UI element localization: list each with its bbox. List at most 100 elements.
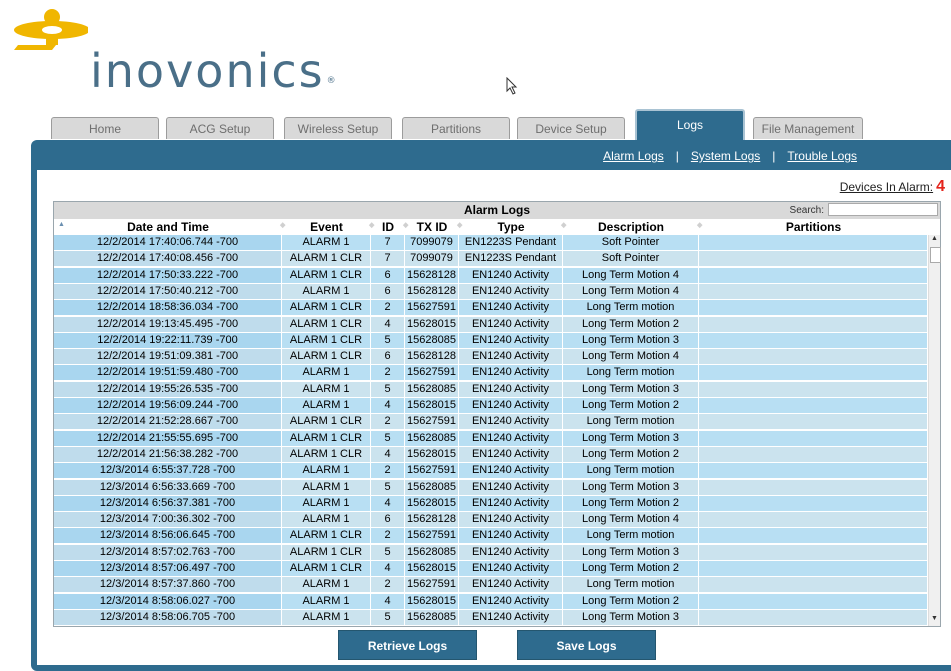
cell-description: Long Term Motion 3 [563,332,699,348]
column-header-event[interactable]: Event [282,219,371,235]
table-row[interactable]: 12/2/2014 17:50:33.222 -700 ALARM 1 CLR 6 1… [54,267,928,283]
table-row[interactable]: 12/3/2014 7:00:36.302 -700 ALARM 1 6 156281… [54,512,928,528]
sort-icon[interactable]: ▲ [58,221,65,228]
cell-partitions [699,381,928,397]
column-header-partitions[interactable]: Partitions [699,219,928,235]
cell-date-and-time: 12/3/2014 8:57:37.860 -700 [54,577,282,593]
column-header-type[interactable]: Type [459,219,563,235]
table-row[interactable]: 12/2/2014 21:55:55.695 -700 ALARM 1 CLR 5 1… [54,430,928,446]
table-row[interactable]: 12/2/2014 19:13:45.495 -700 ALARM 1 CLR 4 1… [54,316,928,332]
table-row[interactable]: 12/3/2014 8:58:06.027 -700 ALARM 1 4 156280… [54,593,928,609]
sort-icon[interactable]: ◆ [697,221,702,229]
table-row[interactable]: 12/2/2014 21:52:28.667 -700 ALARM 1 CLR 2 1… [54,414,928,430]
cell-tx-id: 15628128 [405,512,459,528]
table-row[interactable]: 12/2/2014 19:22:11.739 -700 ALARM 1 CLR 5 1… [54,332,928,348]
table-row[interactable]: 12/2/2014 17:40:06.744 -700 ALARM 1 7 70990… [54,235,928,250]
cell-description: Long Term Motion 2 [563,593,699,609]
save-logs-button[interactable]: Save Logs [517,630,656,660]
sort-icon[interactable]: ◆ [280,221,285,229]
table-row[interactable]: 12/3/2014 6:55:37.728 -700 ALARM 1 2 156275… [54,463,928,479]
search-input[interactable] [828,203,938,216]
tab-device-setup[interactable]: Device Setup [517,117,625,139]
table-row[interactable]: 12/2/2014 19:56:09.244 -700 ALARM 1 4 15628… [54,398,928,413]
table-row[interactable]: 12/2/2014 19:51:59.480 -700 ALARM 1 2 15627… [54,365,928,381]
cell-partitions [699,300,928,316]
cell-event: ALARM 1 CLR [282,251,371,267]
table-row[interactable]: 12/3/2014 8:57:02.763 -700 ALARM 1 CLR 5 15… [54,544,928,560]
devices-in-alarm-label[interactable]: Devices In Alarm: [840,180,933,194]
cell-description: Long Term motion [563,414,699,430]
alarm-logs-link[interactable]: Alarm Logs [603,149,664,163]
subnav-separator: | [675,149,679,163]
cell-date-and-time: 12/3/2014 8:58:06.705 -700 [54,609,282,625]
cell-type: EN1240 Activity [459,398,563,413]
cell-tx-id: 15628085 [405,332,459,348]
cell-event: ALARM 1 [282,577,371,593]
cell-id: 4 [371,593,405,609]
cell-description: Long Term motion [563,577,699,593]
tab-wireless-setup[interactable]: Wireless Setup [284,117,392,139]
table-row[interactable]: 12/2/2014 17:50:40.212 -700 ALARM 1 6 15628… [54,283,928,299]
cell-event: ALARM 1 [282,609,371,625]
cell-tx-id: 15628015 [405,398,459,413]
tab-logs[interactable]: Logs [635,109,745,141]
cell-date-and-time: 12/2/2014 19:51:09.381 -700 [54,349,282,365]
cell-type: EN1240 Activity [459,512,563,528]
cell-description: Long Term motion [563,300,699,316]
table-row[interactable]: 12/3/2014 8:58:06.705 -700 ALARM 1 5 156280… [54,609,928,625]
table-row[interactable]: 12/3/2014 6:56:33.669 -700 ALARM 1 5 156280… [54,479,928,495]
cell-date-and-time: 12/3/2014 8:57:06.497 -700 [54,561,282,576]
cell-id: 7 [371,235,405,250]
tab-partitions[interactable]: Partitions [402,117,510,139]
cell-tx-id: 15628015 [405,593,459,609]
cell-id: 6 [371,267,405,283]
cell-tx-id: 15628085 [405,544,459,560]
table-row[interactable]: 12/3/2014 8:57:37.860 -700 ALARM 1 2 156275… [54,577,928,593]
cell-date-and-time: 12/3/2014 6:56:37.381 -700 [54,495,282,511]
vertical-scrollbar[interactable]: ▲ ▼ [928,235,941,626]
table-row[interactable]: 12/3/2014 8:56:06.645 -700 ALARM 1 CLR 2 15… [54,528,928,544]
sort-icon[interactable]: ◆ [403,221,408,229]
scroll-thumb[interactable] [930,247,941,263]
table-row[interactable]: 12/2/2014 19:55:26.535 -700 ALARM 1 5 15628… [54,381,928,397]
tab-file-management[interactable]: File Management [753,117,863,139]
table-row[interactable]: 12/2/2014 21:56:38.282 -700 ALARM 1 CLR 4 1… [54,446,928,462]
system-logs-link[interactable]: System Logs [691,149,760,163]
cell-type: EN1240 Activity [459,463,563,479]
cell-date-and-time: 12/2/2014 21:56:38.282 -700 [54,446,282,462]
cell-event: ALARM 1 [282,283,371,299]
cell-id: 6 [371,283,405,299]
table-row[interactable]: 12/2/2014 18:58:36.034 -700 ALARM 1 CLR 2 1… [54,300,928,316]
cell-type: EN1240 Activity [459,495,563,511]
table-row[interactable]: 12/2/2014 19:51:09.381 -700 ALARM 1 CLR 6 1… [54,349,928,365]
column-header-description[interactable]: Description [563,219,699,235]
scroll-up-icon[interactable]: ▲ [929,235,940,246]
cell-type: EN1240 Activity [459,283,563,299]
cell-tx-id: 15628015 [405,561,459,576]
cell-date-and-time: 12/2/2014 19:56:09.244 -700 [54,398,282,413]
sort-icon[interactable]: ◆ [457,221,462,229]
cell-tx-id: 15627591 [405,463,459,479]
table-row[interactable]: 12/3/2014 6:56:37.381 -700 ALARM 1 4 156280… [54,495,928,511]
trouble-logs-link[interactable]: Trouble Logs [787,149,857,163]
scroll-down-icon[interactable]: ▼ [929,615,940,626]
cell-tx-id: 15628085 [405,479,459,495]
table-row[interactable]: 12/2/2014 17:40:08.456 -700 ALARM 1 CLR 7 7… [54,251,928,267]
tab-home[interactable]: Home [51,117,159,139]
sort-icon[interactable]: ◆ [369,221,374,229]
column-header-date-and-time[interactable]: Date and Time [54,219,282,235]
cell-type: EN1240 Activity [459,593,563,609]
cell-event: ALARM 1 [282,365,371,381]
column-header-tx-id[interactable]: TX ID [405,219,459,235]
table-row[interactable]: 12/3/2014 8:57:06.497 -700 ALARM 1 CLR 4 15… [54,561,928,576]
sort-icon[interactable]: ◆ [561,221,566,229]
retrieve-logs-button[interactable]: Retrieve Logs [338,630,477,660]
cell-id: 5 [371,609,405,625]
search-label: Search: [789,205,824,216]
devices-in-alarm[interactable]: Devices In Alarm: 4 [840,178,945,196]
cell-type: EN1240 Activity [459,446,563,462]
column-header-id[interactable]: ID [371,219,405,235]
cell-event: ALARM 1 CLR [282,430,371,446]
alarm-logs-table: Alarm Logs Search: Date and Time ▲ Event ◆ I… [53,201,941,627]
tab-acg-setup[interactable]: ACG Setup [166,117,274,139]
